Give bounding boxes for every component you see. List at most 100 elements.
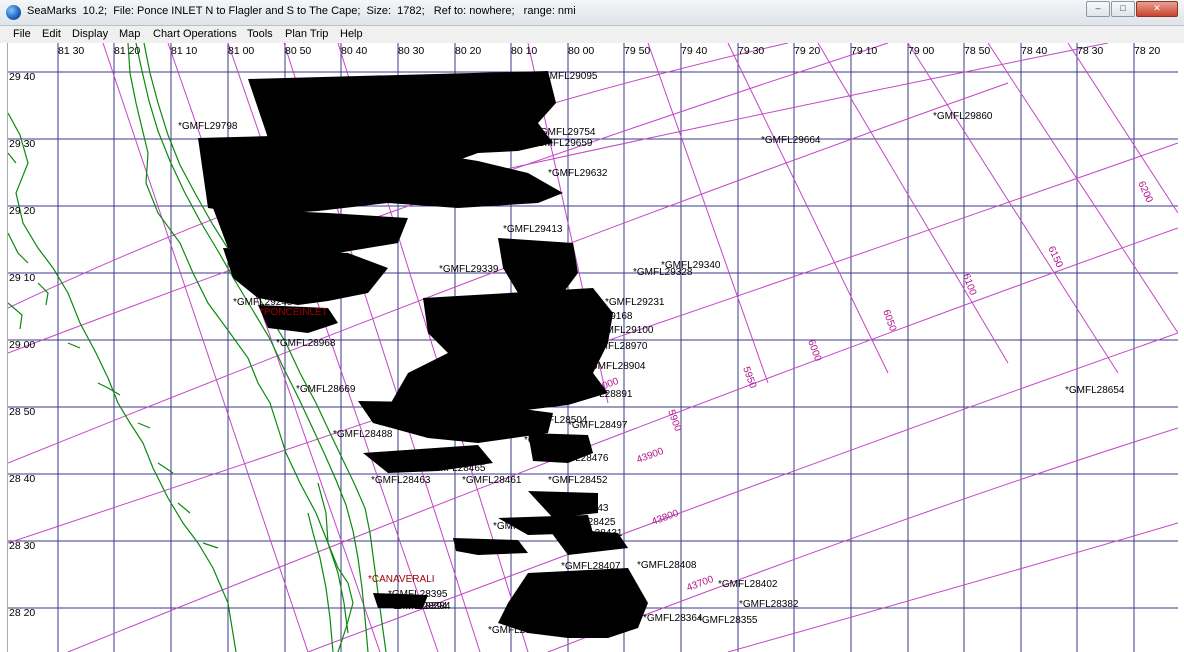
track-clusters [198,71,648,638]
waypoint-label: *GMFL29798 [178,121,238,132]
waypoint-label: *GMFL28669 [296,384,356,395]
waypoint-label: *GMFL29100 [594,325,654,336]
menu-file[interactable]: File [13,28,31,40]
menu-help[interactable]: Help [340,28,363,40]
waypoint-label: *GMFL28504 [528,415,588,426]
waypoint-label: *GMFL28461 [462,475,522,486]
place-label: *CANAVERALI [368,574,435,585]
longitude-label: 81 10 [171,45,197,57]
longitude-label: 81 20 [114,45,140,57]
title-bar: SeaMarks 10.2; File: Ponce INLET N to Fl… [0,0,1184,26]
waypoint-label: *GMFL29659 [533,138,593,149]
loran-label: 5950 [740,365,758,390]
latitude-label: 29 10 [9,272,35,284]
close-button[interactable]: ✕ [1136,1,1178,17]
waypoint-label: *GMFL28891 [573,389,633,400]
place-label: *PONCEINLET [260,307,328,318]
waypoint-label: *GMFL28402 [718,579,778,590]
waypoint-label: *GMFL29754 [536,127,596,138]
track-cluster [453,538,528,555]
waypoint-label: *GMFL28425 [556,517,616,528]
waypoint-label: *GMFL28488 [333,429,393,440]
waypoint-label: *GMFL29271 [238,255,298,266]
longitude-label: 78 40 [1021,45,1047,57]
longitude-label: 79 40 [681,45,707,57]
menu-map[interactable]: Map [119,28,140,40]
longitude-label: 79 20 [794,45,820,57]
loran-line [487,43,1109,174]
loran-label: 6150 [1045,245,1065,270]
menu-plan-trip[interactable]: Plan Trip [285,28,328,40]
latitude-label: 28 30 [9,540,35,552]
menu-display[interactable]: Display [72,28,108,40]
waypoint-label: *GMFL29095 [538,71,598,82]
longitude-label: 81 00 [228,45,254,57]
latitude-label: 28 50 [9,406,35,418]
minimize-button[interactable]: ‒ [1086,1,1110,17]
waypoint-label: *GMFL29339 [439,264,499,275]
globe-icon[interactable] [6,5,21,20]
loran-line [817,43,1009,364]
longitude-label: 80 20 [455,45,481,57]
waypoint-label: *GMFL28301 [583,601,643,612]
waypoint-label: *GMFL28476 [549,453,609,464]
loran-label: 6200 [1135,180,1155,205]
loran-label: 43900 [635,446,665,466]
waypoint-label: *GMFL28443 [549,503,609,514]
waypoint-label: *GMFL29140 [268,193,328,204]
waypoint-label: *GMFL29328 [633,267,693,278]
loran-line [1067,43,1178,214]
waypoint-label: *GMFL28364 [643,613,703,624]
loran-line [907,43,1119,374]
waypoint-label: *GMFL29168 [573,311,633,322]
loran-label: 43700 [685,574,715,594]
latitude-label: 28 40 [9,473,35,485]
waypoint-label: *GMFL28484 [524,435,584,446]
waypoint-label: *GMFL28431 [563,528,623,539]
track-cluster [498,238,578,293]
loran-line [727,522,1178,652]
latitude-label: 29 30 [9,138,35,150]
waypoint-label: *GMFL28452 [548,475,608,486]
waypoint-label: *GMFL28490 [448,429,508,440]
waypoint-label: *GMFL29413 [503,224,563,235]
latitude-label: 28 20 [9,607,35,619]
longitude-label: 78 50 [964,45,990,57]
waypoint-label: *GMFL28395 [388,589,448,600]
loran-label: 6100 [960,272,978,297]
chart-canvas[interactable]: 4350044000439004380043700620061506100605… [7,43,1178,652]
menu-edit[interactable]: Edit [42,28,61,40]
waypoint-label: *GMFL28904 [586,361,646,372]
longitude-label: 80 50 [285,45,311,57]
waypoint-label: *GMFL28970 [588,341,648,352]
window-title: SeaMarks 10.2; File: Ponce INLET N to Fl… [27,5,576,17]
waypoint-label: *GMFL29664 [761,135,821,146]
longitude-label: 78 20 [1134,45,1160,57]
waypoint-label: *GMFL29503 [213,205,273,216]
menu-tools[interactable]: Tools [247,28,273,40]
waypoint-label: *GMFL29632 [548,168,608,179]
waypoint-label: *GMFL28355 [698,615,758,626]
longitude-label: 80 00 [568,45,594,57]
waypoint-label: *GMFL28382 [739,599,799,610]
waypoint-label: *GMFL29860 [933,111,993,122]
menu-chart-operations[interactable]: Chart Operations [153,28,237,40]
waypoint-label: *GMFL28968 [276,338,336,349]
longitude-label: 78 30 [1077,45,1103,57]
waypoint-label: *GMFL28407 [561,561,621,572]
waypoint-label: *GMFL28329 [488,625,548,636]
longitude-label: 80 40 [341,45,367,57]
longitude-label: 79 00 [908,45,934,57]
nautical-chart[interactable]: 4350044000439004380043700620061506100605… [8,43,1178,652]
latitude-label: 29 40 [9,71,35,83]
loran-line [647,43,769,384]
waypoint-label: *GMFL29231 [605,297,665,308]
maximize-button[interactable]: □ [1111,1,1135,17]
longitude-label: 79 50 [624,45,650,57]
longitude-label: 79 10 [851,45,877,57]
waypoint-label: *GMFL28408 [637,560,697,571]
longitude-label: 79 30 [738,45,764,57]
waypoint-label: *GMFL28423 [493,521,553,532]
longitude-label: 80 30 [398,45,424,57]
latitude-label: 29 00 [9,339,35,351]
